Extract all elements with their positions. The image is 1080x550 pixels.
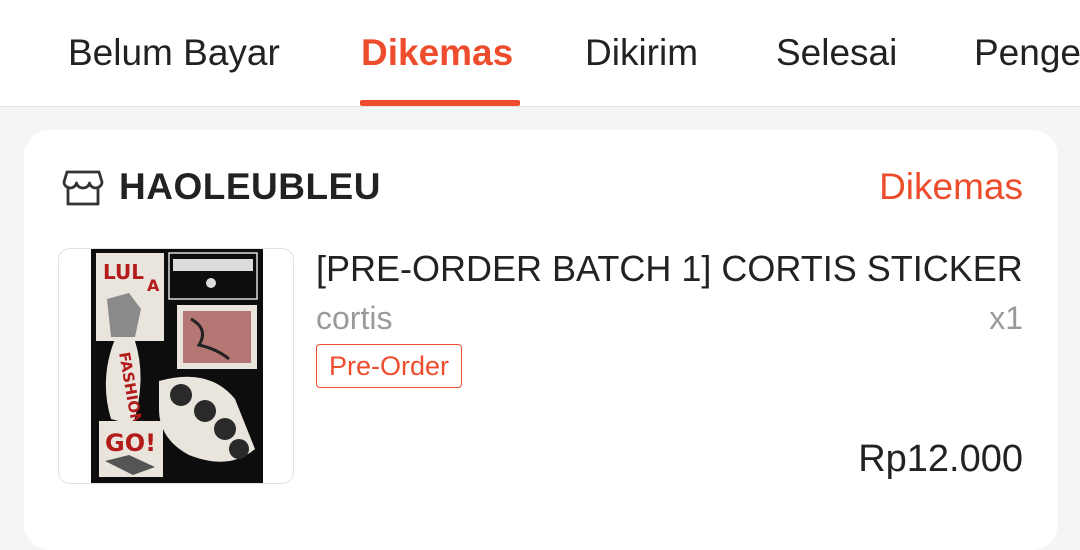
- sticker-go-text: GO!: [105, 429, 156, 457]
- store-icon: [62, 168, 104, 208]
- order-card[interactable]: HAOLEUBLEU Dikemas LUL A FASHION GO! [PR…: [24, 130, 1058, 550]
- tab-pengembalian[interactable]: Pengembalian: [974, 0, 1080, 106]
- product-title[interactable]: [PRE-ORDER BATCH 1] CORTIS STICKER: [316, 246, 1026, 292]
- sticker-lul-text: LUL: [103, 260, 144, 284]
- active-tab-indicator: [360, 100, 520, 106]
- tab-belum-bayar[interactable]: Belum Bayar: [68, 0, 280, 106]
- order-status-label: Dikemas: [879, 166, 1023, 207]
- tab-dikirim[interactable]: Dikirim: [585, 0, 698, 106]
- pre-order-badge: Pre-Order: [316, 344, 463, 388]
- tab-dikemas[interactable]: Dikemas: [361, 0, 513, 106]
- order-status-tabs: Belum Bayar Dikemas Dikirim Selesai Peng…: [0, 0, 1080, 107]
- product-thumbnail[interactable]: LUL A FASHION GO!: [58, 248, 294, 484]
- tab-selesai[interactable]: Selesai: [776, 0, 897, 106]
- product-quantity: x1: [989, 300, 1023, 336]
- product-variant: cortis: [316, 300, 393, 336]
- sticker-a-text: A: [147, 276, 160, 295]
- product-price: Rp12.000: [858, 438, 1023, 480]
- shop-name[interactable]: HAOLEUBLEU: [119, 164, 381, 210]
